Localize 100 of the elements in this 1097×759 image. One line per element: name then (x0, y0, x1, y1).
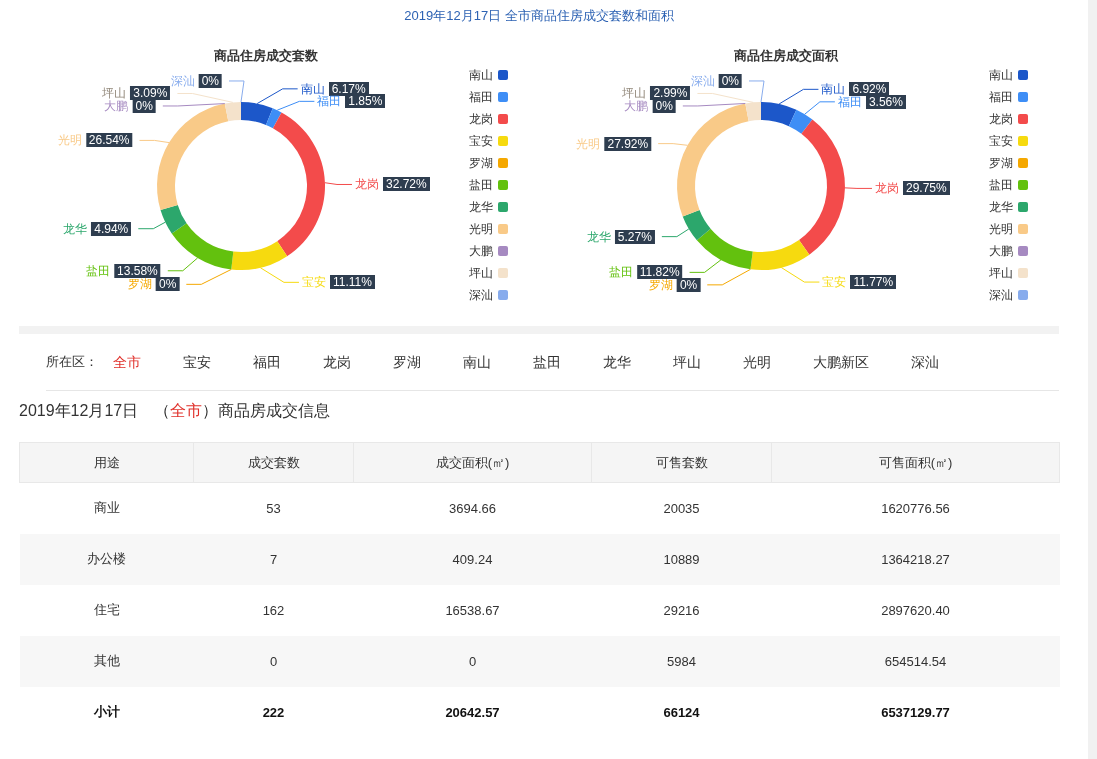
chart-title: 商品住房成交套数 (214, 48, 318, 64)
table-cell: 1620776.56 (771, 482, 1060, 534)
legend-item[interactable]: 罗湖 (989, 152, 1028, 174)
table-cell: 商业 (19, 482, 194, 534)
table-cell: 654514.54 (771, 635, 1060, 687)
leader-line (137, 221, 166, 230)
value-badge: 11.82% (636, 265, 683, 280)
legend-item[interactable]: 龙岗 (469, 108, 508, 130)
district-option[interactable]: 罗湖 (393, 352, 421, 372)
leader-line (324, 182, 353, 185)
slice-name: 南山 (821, 82, 846, 97)
value-badge: 6.92% (849, 82, 890, 97)
district-option[interactable]: 龙华 (603, 352, 631, 372)
leader-line (139, 139, 170, 144)
slice-name: 大鹏 (624, 98, 649, 113)
table-cell: 办公楼 (19, 533, 194, 585)
slice-name: 罗湖 (648, 277, 673, 292)
slice-name: 福田 (837, 94, 862, 109)
table-cell: 2897620.40 (771, 584, 1060, 636)
district-option[interactable]: 坪山 (673, 352, 701, 372)
value-badge: 6.17% (328, 81, 369, 96)
value-badge: 0% (676, 277, 701, 292)
value-badge: 26.54% (85, 133, 133, 148)
column-header: 成交套数 (193, 442, 354, 483)
column-header: 可售面积(㎡) (771, 442, 1060, 483)
legend-item[interactable]: 宝安 (989, 130, 1028, 152)
slice-name: 深汕 (170, 73, 195, 88)
legend-item[interactable]: 大鹏 (469, 240, 508, 262)
slice-name: 盐田 (86, 263, 111, 278)
table-cell: 20035 (591, 482, 772, 534)
district-option[interactable]: 福田 (253, 352, 281, 372)
district-option[interactable]: 光明 (743, 352, 771, 372)
legend-item[interactable]: 罗湖 (469, 152, 508, 174)
leader-line (259, 267, 300, 283)
value-badge: 27.92% (604, 136, 652, 151)
chart-title: 商品住房成交面积 (734, 48, 838, 64)
leader-line (661, 228, 690, 238)
table-cell: 53 (193, 482, 354, 534)
slice-name: 宝安 (301, 275, 326, 290)
table-cell: 10889 (591, 533, 772, 585)
value-badge: 1.85% (345, 94, 386, 109)
legend-item[interactable]: 龙岗 (989, 108, 1028, 130)
district-option[interactable]: 大鹏新区 (813, 352, 869, 372)
legend-item[interactable]: 龙华 (989, 196, 1028, 218)
legend-item[interactable]: 光明 (469, 218, 508, 240)
value-badge: 2.99% (650, 86, 691, 101)
legend-item[interactable]: 深汕 (989, 284, 1028, 306)
value-badge: 3.56% (865, 94, 906, 109)
total-cell: 66124 (591, 686, 772, 738)
column-header: 可售套数 (591, 442, 772, 483)
legend-item[interactable]: 盐田 (469, 174, 508, 196)
legend-item[interactable]: 福田 (469, 86, 508, 108)
district-option[interactable]: 宝安 (183, 352, 211, 372)
district-option[interactable]: 深汕 (911, 352, 939, 372)
value-badge: 29.75% (902, 181, 950, 196)
value-badge: 5.27% (614, 229, 655, 244)
legend-item[interactable]: 大鹏 (989, 240, 1028, 262)
leader-line (657, 143, 688, 146)
table-cell: 162 (193, 584, 354, 636)
legend-item[interactable]: 光明 (989, 218, 1028, 240)
value-badge: 0% (198, 73, 222, 88)
value-badge: 0% (155, 277, 180, 292)
column-header: 成交面积(㎡) (353, 442, 592, 483)
table-cell: 3694.66 (353, 482, 592, 534)
legend-item[interactable]: 龙华 (469, 196, 508, 218)
legend-item[interactable]: 深汕 (469, 284, 508, 306)
table-cell: 409.24 (353, 533, 592, 585)
legend-item[interactable]: 盐田 (989, 174, 1028, 196)
value-badge: 11.11% (329, 275, 375, 290)
legend-item[interactable]: 坪山 (989, 262, 1028, 284)
district-option[interactable]: 龙岗 (323, 352, 351, 372)
slice-name: 深汕 (690, 73, 715, 88)
value-badge: 0% (718, 73, 742, 88)
legend-item[interactable]: 南山 (469, 64, 508, 86)
table-cell: 0 (353, 635, 592, 687)
table-cell: 29216 (591, 584, 772, 636)
leader-line (844, 187, 873, 189)
slice-name: 龙华 (63, 221, 88, 236)
slice-name: 龙华 (586, 229, 611, 244)
column-header: 用途 (19, 442, 194, 483)
value-badge: 11.77% (850, 275, 897, 290)
district-option[interactable]: 全市 (113, 352, 141, 372)
table-cell: 其他 (19, 635, 194, 687)
total-cell: 222 (193, 686, 354, 738)
legend-item[interactable]: 南山 (989, 64, 1028, 86)
district-option[interactable]: 盐田 (533, 352, 561, 372)
legend-item[interactable]: 宝安 (469, 130, 508, 152)
leader-line (706, 268, 751, 286)
value-badge: 13.58% (114, 263, 161, 278)
slice-name: 坪山 (622, 86, 647, 101)
legend-item[interactable]: 福田 (989, 86, 1028, 108)
district-option[interactable]: 南山 (463, 352, 491, 372)
table-cell: 住宅 (19, 584, 194, 636)
legend-item[interactable]: 坪山 (469, 262, 508, 284)
total-cell: 20642.57 (353, 686, 592, 738)
slice-name: 宝安 (822, 275, 847, 290)
leader-line (804, 101, 836, 115)
page-title: 2019年12月17日 全市商品住房成交套数和面积 (404, 7, 674, 25)
total-cell: 小计 (19, 686, 194, 738)
slice-name: 龙岗 (355, 177, 379, 192)
